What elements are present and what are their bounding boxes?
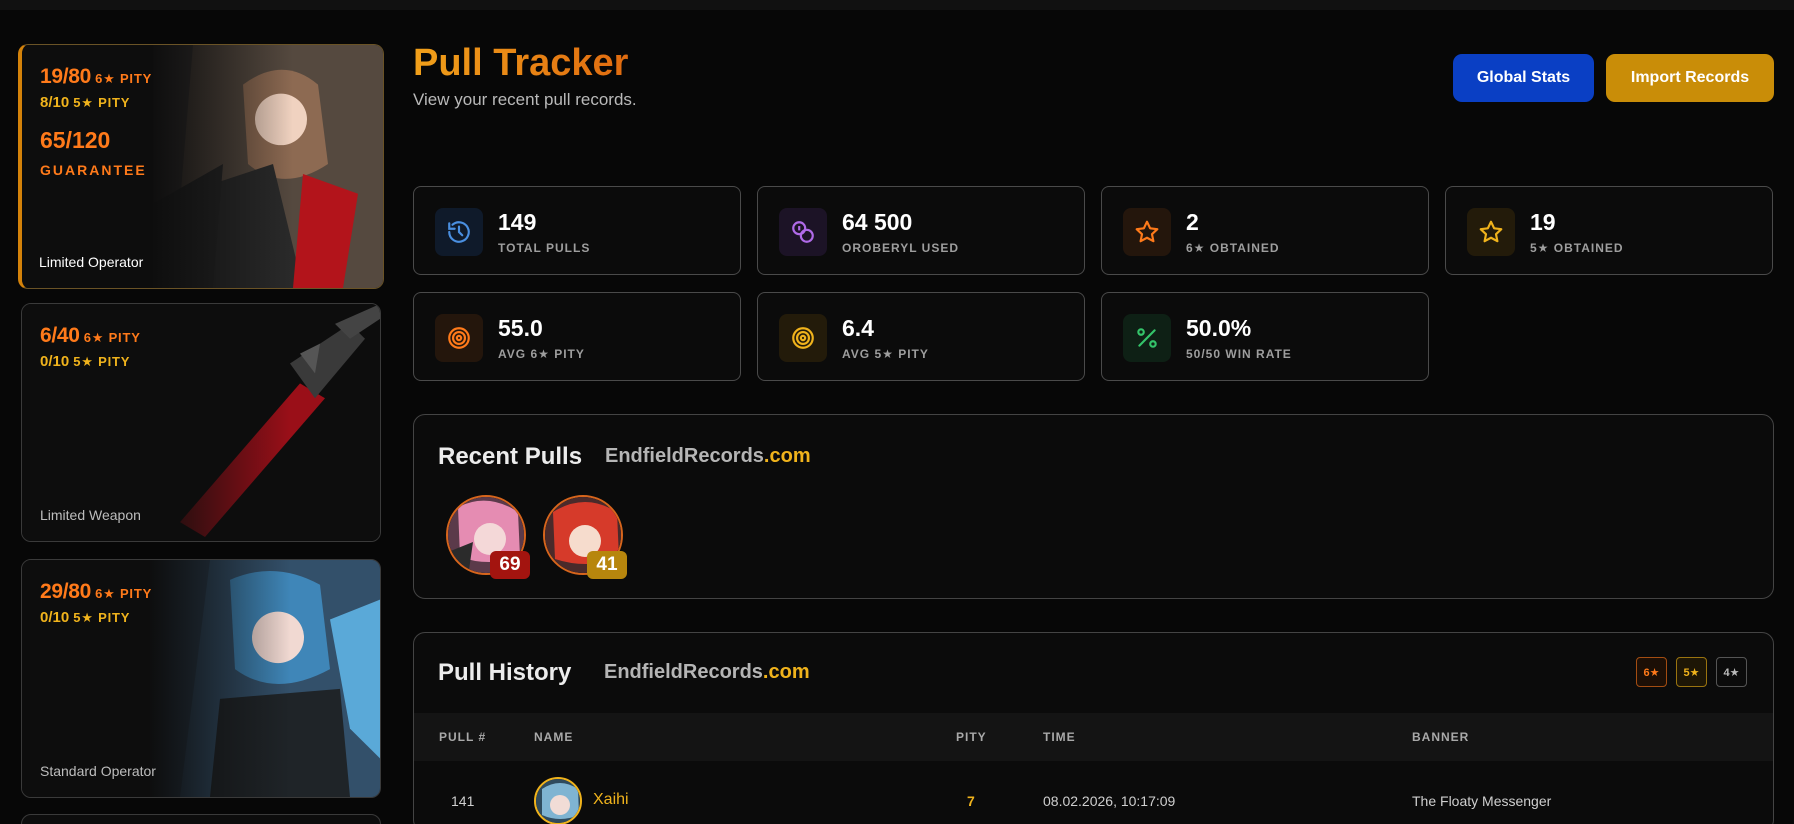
pity-info: 6/40 6★ PITY 0/10 5★ PITY bbox=[40, 324, 141, 370]
pull-history-panel: Pull History EndfieldRecords.com 6★ 5★ 4… bbox=[413, 632, 1774, 824]
top-bar bbox=[0, 0, 1794, 10]
filter-six-star[interactable]: 6★ bbox=[1636, 657, 1667, 687]
pity-badge: 69 bbox=[490, 551, 530, 579]
site-brand: EndfieldRecords.com bbox=[605, 445, 811, 467]
row-time: 08.02.2026, 10:17:09 bbox=[1043, 793, 1176, 809]
pity-badge: 41 bbox=[587, 551, 627, 579]
stat-value: 6.4 bbox=[842, 315, 874, 341]
five-star-pity: 0/10 5★ PITY bbox=[40, 353, 131, 370]
banner-card-next[interactable] bbox=[21, 814, 381, 824]
star-outline-icon bbox=[1123, 208, 1171, 256]
stat-value: 19 bbox=[1530, 209, 1556, 235]
star-outline-icon bbox=[1467, 208, 1515, 256]
history-icon bbox=[435, 208, 483, 256]
stat-label: 50/50 WIN RATE bbox=[1186, 347, 1292, 361]
five-star-pity: 0/10 5★ PITY bbox=[40, 609, 131, 626]
site-brand: EndfieldRecords.com bbox=[604, 661, 810, 683]
six-star-pity: 6/40 6★ PITY bbox=[40, 324, 141, 347]
six-star-pity: 29/80 6★ PITY bbox=[40, 580, 153, 603]
banner-type-label: Limited Weapon bbox=[40, 507, 141, 523]
stat-label: TOTAL PULLS bbox=[498, 241, 591, 255]
banner-type-label: Standard Operator bbox=[40, 763, 156, 779]
filter-four-star[interactable]: 4★ bbox=[1716, 657, 1747, 687]
stat-label: AVG 5★ PITY bbox=[842, 347, 929, 361]
five-star-pity: 8/10 5★ PITY bbox=[40, 94, 131, 111]
table-header bbox=[414, 713, 1773, 761]
row-name[interactable]: Xaihi bbox=[593, 791, 629, 809]
operator-avatar bbox=[534, 777, 582, 824]
row-pull-number: 141 bbox=[451, 793, 475, 809]
target-icon bbox=[779, 314, 827, 362]
banner-type-label: Limited Operator bbox=[39, 254, 144, 270]
stat-label: OROBERYL USED bbox=[842, 241, 960, 255]
stat-label: 6★ OBTAINED bbox=[1186, 241, 1280, 255]
stat-value: 50.0% bbox=[1186, 315, 1252, 341]
recent-pulls-title: Recent Pulls bbox=[438, 443, 583, 470]
column-pity: PITY bbox=[956, 730, 987, 744]
guarantee-label: GUARANTEE bbox=[40, 162, 147, 178]
stat-win-rate: 50.0% 50/50 WIN RATE bbox=[1101, 292, 1429, 381]
banner-card-limited-operator[interactable]: 19/80 6★ PITY 8/10 5★ PITY 65/120 GUARANTE… bbox=[18, 44, 384, 289]
percent-icon bbox=[1123, 314, 1171, 362]
row-banner: The Floaty Messenger bbox=[1412, 793, 1552, 809]
stat-value: 149 bbox=[498, 209, 537, 235]
banner-card-standard-operator[interactable]: 29/80 6★ PITY 0/10 5★ PITY Standard Operat… bbox=[21, 559, 381, 798]
column-name: NAME bbox=[534, 730, 574, 744]
import-records-button[interactable]: Import Records bbox=[1606, 54, 1774, 102]
target-icon bbox=[435, 314, 483, 362]
page-title: Pull Tracker bbox=[413, 42, 629, 84]
stat-total-pulls: 149 TOTAL PULLS bbox=[413, 186, 741, 275]
coins-icon bbox=[779, 208, 827, 256]
pull-history-title: Pull History bbox=[438, 659, 572, 686]
page-subtitle: View your recent pull records. bbox=[413, 90, 637, 109]
stat-avg-five-star-pity: 6.4 AVG 5★ PITY bbox=[757, 292, 1085, 381]
filter-five-star[interactable]: 5★ bbox=[1676, 657, 1707, 687]
banner-card-limited-weapon[interactable]: 6/40 6★ PITY 0/10 5★ PITY Limited Weapon bbox=[21, 303, 381, 542]
stat-label: 5★ OBTAINED bbox=[1530, 241, 1624, 255]
six-star-pity: 19/80 6★ PITY bbox=[40, 65, 153, 88]
pity-info: 29/80 6★ PITY 0/10 5★ PITY bbox=[40, 580, 152, 626]
stat-value: 55.0 bbox=[498, 315, 543, 341]
stat-value: 2 bbox=[1186, 209, 1199, 235]
stat-five-star-obtained: 19 5★ OBTAINED bbox=[1445, 186, 1773, 275]
stat-value: 64 500 bbox=[842, 209, 913, 235]
recent-pulls-panel: Recent Pulls EndfieldRecords.com 69 41 bbox=[413, 414, 1774, 599]
stat-oroberyl-used: 64 500 OROBERYL USED bbox=[757, 186, 1085, 275]
row-pity: 7 bbox=[967, 793, 975, 809]
stat-avg-six-star-pity: 55.0 AVG 6★ PITY bbox=[413, 292, 741, 381]
pity-info: 19/80 6★ PITY 8/10 5★ PITY 65/120 GUARANTE… bbox=[40, 65, 152, 178]
stat-label: AVG 6★ PITY bbox=[498, 347, 585, 361]
global-stats-button[interactable]: Global Stats bbox=[1453, 54, 1594, 102]
stat-six-star-obtained: 2 6★ OBTAINED bbox=[1101, 186, 1429, 275]
column-time: TIME bbox=[1043, 730, 1076, 744]
guarantee-value: 65/120 bbox=[40, 127, 111, 153]
column-pull-number: PULL # bbox=[439, 730, 487, 744]
column-banner: BANNER bbox=[1412, 730, 1470, 744]
